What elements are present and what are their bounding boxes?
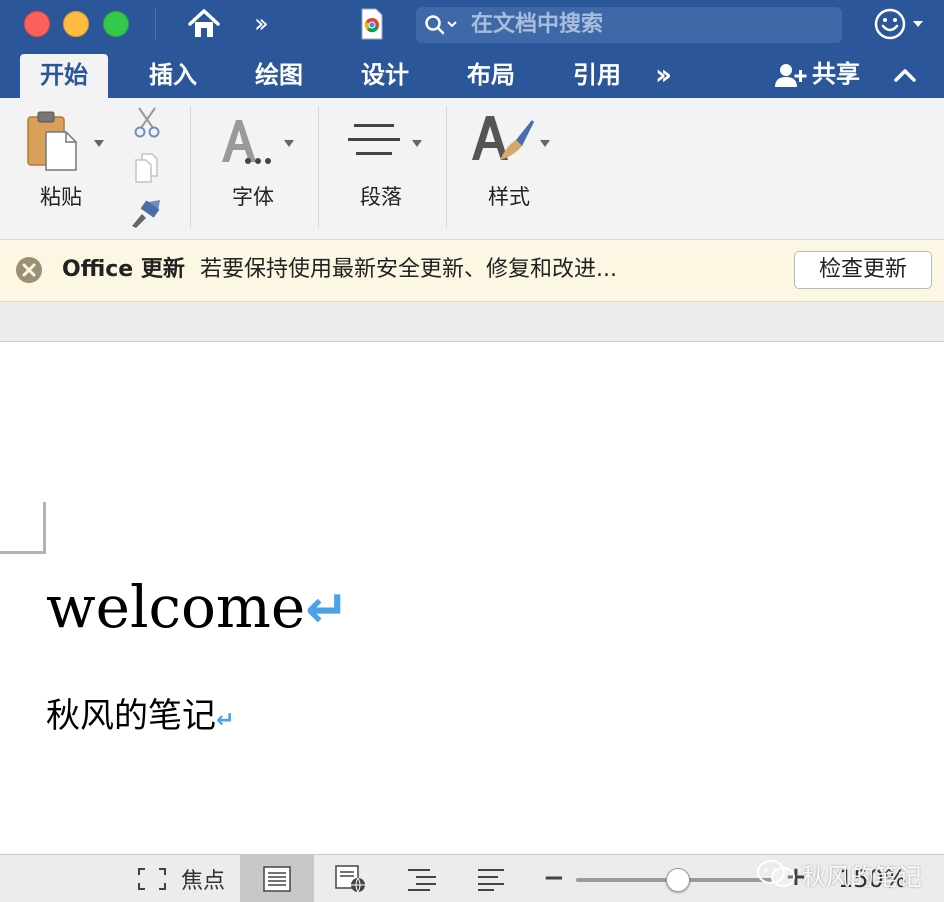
- tab-design[interactable]: 设计: [361, 54, 409, 98]
- check-updates-button[interactable]: 检查更新: [794, 251, 932, 289]
- document-canvas[interactable]: welcome↵ 秋风的笔记↵: [0, 342, 944, 854]
- paragraph-mark-icon: ↵: [216, 708, 235, 733]
- paste-icon[interactable]: [26, 110, 80, 172]
- title-bar: ›› 在文档中搜索: [0, 0, 944, 54]
- paragraph-dropdown-icon[interactable]: [412, 140, 422, 147]
- paragraph-icon[interactable]: [346, 122, 402, 166]
- titlebar-divider: [155, 8, 156, 40]
- dismiss-banner-icon[interactable]: [14, 255, 44, 285]
- focus-label: 焦点: [180, 868, 225, 894]
- tab-draw[interactable]: 绘图: [255, 54, 303, 98]
- body-text: 秋风的笔记: [46, 696, 216, 736]
- ribbon-divider: [190, 106, 191, 228]
- cut-icon[interactable]: [132, 106, 162, 138]
- outline-view-button[interactable]: [402, 855, 442, 902]
- document-heading-line[interactable]: welcome↵: [46, 572, 349, 645]
- feedback-smiley-icon[interactable]: [873, 7, 925, 41]
- search-field[interactable]: 在文档中搜索: [416, 7, 842, 43]
- document-app-icon: [361, 8, 383, 40]
- paragraph-mark-icon: ↵: [305, 580, 349, 640]
- add-person-icon: [775, 64, 807, 87]
- tab-home[interactable]: 开始: [20, 54, 108, 98]
- print-layout-icon: [263, 865, 291, 892]
- share-button[interactable]: 共享: [774, 54, 860, 98]
- banner-message: 若要保持使用最新安全更新、修复和改进...: [200, 257, 617, 282]
- tab-references[interactable]: 引用: [573, 54, 621, 98]
- ribbon: 粘贴 字体 段落 样式: [0, 98, 944, 240]
- ribbon-divider: [318, 106, 319, 228]
- font-dropdown-icon[interactable]: [284, 140, 294, 147]
- font-label: 字体: [232, 185, 274, 209]
- copy-icon[interactable]: [133, 152, 161, 184]
- collapse-ribbon-icon[interactable]: [893, 65, 917, 85]
- paste-label: 粘贴: [40, 185, 82, 209]
- print-layout-view-button[interactable]: [240, 855, 314, 902]
- styles-icon[interactable]: [470, 112, 536, 168]
- paragraph-label: 段落: [360, 185, 402, 209]
- search-placeholder: 在文档中搜索: [471, 12, 604, 37]
- web-layout-icon: [335, 864, 365, 893]
- watermark-text: 秋风的笔记: [802, 862, 922, 891]
- margin-corner-mark: [0, 502, 46, 554]
- paste-dropdown-icon[interactable]: [94, 140, 104, 147]
- home-icon[interactable]: [186, 6, 222, 42]
- focus-icon: [137, 867, 166, 890]
- quick-access-more-icon[interactable]: ››: [254, 10, 269, 38]
- zoom-window-button[interactable]: [103, 11, 129, 37]
- share-label: 共享: [812, 60, 860, 88]
- watermark: 秋风的笔记: [756, 854, 922, 894]
- ribbon-tabs: 开始 插入 绘图 设计 布局 引用 ›› 共享: [0, 54, 944, 98]
- format-painter-icon[interactable]: [128, 198, 164, 230]
- close-window-button[interactable]: [24, 11, 50, 37]
- ruler-area: [0, 302, 944, 342]
- outline-icon: [408, 868, 436, 891]
- tab-layout[interactable]: 布局: [467, 54, 515, 98]
- search-icon: [425, 15, 457, 35]
- heading-text: welcome: [46, 573, 306, 641]
- wechat-icon: [757, 860, 795, 887]
- web-layout-view-button[interactable]: [330, 855, 372, 902]
- focus-mode-button[interactable]: 焦点: [124, 855, 238, 902]
- zoom-out-button[interactable]: −: [543, 865, 565, 891]
- ribbon-divider: [446, 106, 447, 228]
- draft-icon: [478, 868, 504, 891]
- draft-view-button[interactable]: [470, 855, 512, 902]
- zoom-slider-thumb[interactable]: [665, 868, 690, 892]
- update-banner: Office 更新 若要保持使用最新安全更新、修复和改进... 检查更新: [0, 240, 944, 302]
- font-icon[interactable]: [218, 116, 276, 166]
- banner-title: Office 更新: [62, 257, 185, 282]
- document-body-line[interactable]: 秋风的笔记↵: [46, 694, 234, 743]
- minimize-window-button[interactable]: [63, 11, 89, 37]
- tabs-overflow-icon[interactable]: ››: [655, 54, 672, 98]
- styles-dropdown-icon[interactable]: [540, 140, 550, 147]
- styles-label: 样式: [488, 185, 530, 209]
- tab-insert[interactable]: 插入: [149, 54, 197, 98]
